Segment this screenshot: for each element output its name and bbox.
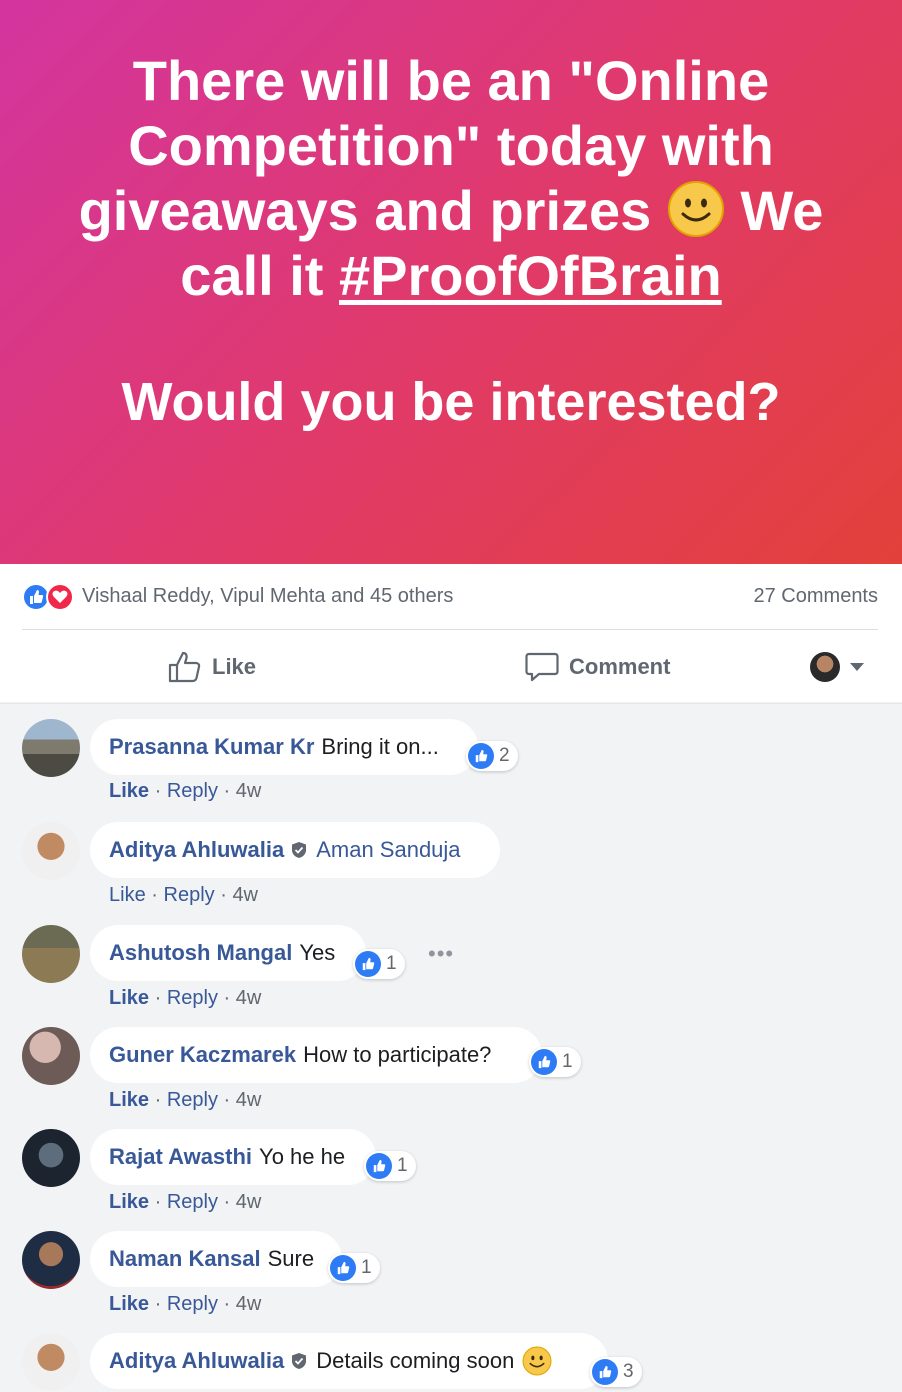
like-button-label: Like bbox=[212, 654, 257, 679]
reactors-names[interactable]: Vishaal Reddy, Vipul Mehta and 45 others bbox=[82, 585, 453, 608]
viewer-avatar bbox=[810, 652, 840, 682]
avatar[interactable] bbox=[22, 822, 80, 880]
comment-like-link[interactable]: Like bbox=[109, 1293, 149, 1315]
thumbs-up-outline-icon bbox=[168, 651, 201, 683]
status-line-call: call it bbox=[180, 244, 324, 307]
comment-author[interactable]: Guner Kaczmarek bbox=[109, 1042, 296, 1068]
comments-count[interactable]: 27 Comments bbox=[754, 585, 879, 608]
comment-mention[interactable]: Aman Sanduja bbox=[316, 837, 460, 863]
comment-reply-link[interactable]: Reply bbox=[167, 1191, 218, 1213]
comment-reply-link[interactable]: Reply bbox=[167, 1293, 218, 1315]
comment-age[interactable]: 4w bbox=[236, 1293, 262, 1315]
status-banner: There will be an "Online Competition" to… bbox=[0, 0, 902, 564]
comments-list: Prasanna Kumar Kr Bring it on... 2 Like … bbox=[0, 703, 902, 1391]
action-buttons: Like Comment bbox=[0, 632, 902, 702]
like-reaction-icon bbox=[531, 1049, 557, 1075]
status-line-we: We bbox=[740, 179, 824, 242]
comment-like-count[interactable]: 1 bbox=[364, 1151, 416, 1181]
comment-reply-link[interactable]: Reply bbox=[167, 987, 218, 1009]
comment-reply-link[interactable]: Reply bbox=[167, 1089, 218, 1111]
like-reaction-icon bbox=[592, 1359, 618, 1385]
comment-age[interactable]: 4w bbox=[236, 1191, 262, 1213]
comment-like-link[interactable]: Like bbox=[109, 1089, 149, 1111]
comment-text: How to participate? bbox=[303, 1042, 492, 1067]
avatar[interactable] bbox=[22, 719, 80, 777]
reaction-icons[interactable] bbox=[22, 582, 74, 611]
facebook-post: There will be an "Online Competition" to… bbox=[0, 0, 902, 1392]
avatar[interactable] bbox=[22, 1027, 80, 1085]
comment-like-count[interactable]: 2 bbox=[466, 741, 518, 771]
post-actions-area: Vishaal Reddy, Vipul Mehta and 45 others… bbox=[0, 564, 902, 702]
shield-icon bbox=[292, 1353, 307, 1369]
comment-like-link[interactable]: Like bbox=[109, 780, 149, 802]
avatar[interactable] bbox=[22, 1129, 80, 1187]
comment-like-link[interactable]: Like bbox=[109, 1191, 149, 1213]
love-reaction-icon bbox=[46, 582, 74, 611]
comment-author[interactable]: Aditya Ahluwalia bbox=[109, 837, 284, 863]
comment-bubble: Naman Kansal Sure bbox=[90, 1231, 342, 1287]
comment-like-count[interactable]: 1 bbox=[353, 949, 405, 979]
comment-reply-link[interactable]: Reply bbox=[167, 780, 218, 802]
comment-meta: Like · Reply · 4w bbox=[109, 1191, 262, 1213]
comment-meta: Like · Reply · 4w bbox=[109, 1293, 262, 1315]
comment-like-link[interactable]: Like bbox=[109, 884, 146, 906]
comment-like-link[interactable]: Like bbox=[109, 987, 149, 1009]
comment-bubble: Guner Kaczmarek How to participate? bbox=[90, 1027, 542, 1083]
more-options-icon[interactable]: ••• bbox=[428, 941, 454, 967]
shield-icon bbox=[292, 842, 307, 858]
comment-button[interactable]: Comment bbox=[525, 651, 670, 683]
comment-author[interactable]: Rajat Awasthi bbox=[109, 1144, 252, 1170]
comment-author[interactable]: Ashutosh Mangal bbox=[109, 940, 292, 966]
comment-bubble-icon bbox=[525, 652, 559, 682]
post-as-selector[interactable] bbox=[810, 652, 864, 682]
reactions-summary: Vishaal Reddy, Vipul Mehta and 45 others… bbox=[22, 564, 878, 630]
smiley-emoji-icon bbox=[522, 1346, 552, 1376]
comment-text: Yes bbox=[299, 940, 336, 965]
comment-meta: Like · Reply · 4w bbox=[109, 987, 262, 1009]
status-text: There will be an "Online Competition" to… bbox=[40, 48, 862, 308]
comment-author[interactable]: Naman Kansal bbox=[109, 1246, 261, 1272]
like-reaction-icon bbox=[330, 1255, 356, 1281]
comment-reply-link[interactable]: Reply bbox=[164, 884, 215, 906]
avatar[interactable] bbox=[22, 1231, 80, 1289]
comment-author[interactable]: Aditya Ahluwalia bbox=[109, 1348, 284, 1374]
smiley-emoji-icon bbox=[667, 181, 724, 237]
like-reaction-icon bbox=[355, 951, 381, 977]
comment-age[interactable]: 4w bbox=[236, 1089, 262, 1111]
comment-bubble: Prasanna Kumar Kr Bring it on... bbox=[90, 719, 478, 775]
comment-button-label: Comment bbox=[569, 654, 671, 679]
comment-age[interactable]: 4w bbox=[232, 884, 258, 906]
comment-meta: Like · Reply · 4w bbox=[109, 884, 259, 906]
comment-bubble: Rajat Awasthi Yo he he bbox=[90, 1129, 376, 1185]
comment-like-count[interactable]: 3 bbox=[590, 1357, 642, 1387]
avatar[interactable] bbox=[22, 1333, 80, 1391]
comment-like-count[interactable]: 1 bbox=[529, 1047, 581, 1077]
comment-like-count[interactable]: 1 bbox=[328, 1253, 380, 1283]
comment-meta: Like · Reply · 4w bbox=[109, 1089, 262, 1111]
comment-text: Yo he he bbox=[259, 1144, 346, 1169]
hashtag-link[interactable]: #ProofOfBrain bbox=[339, 244, 722, 307]
comment-bubble: Ashutosh Mangal Yes bbox=[90, 925, 366, 981]
comment-bubble: Aditya Ahluwalia Aman Sanduja bbox=[90, 822, 500, 878]
like-reaction-icon bbox=[366, 1153, 392, 1179]
comment-text: Details coming soon bbox=[316, 1348, 515, 1373]
comment-bubble: Aditya Ahluwalia Details coming soon bbox=[90, 1333, 608, 1389]
comment-age[interactable]: 4w bbox=[236, 987, 262, 1009]
comment-author[interactable]: Prasanna Kumar Kr bbox=[109, 734, 314, 760]
like-reaction-icon bbox=[468, 743, 494, 769]
avatar[interactable] bbox=[22, 925, 80, 983]
comment-age[interactable]: 4w bbox=[236, 780, 262, 802]
like-button[interactable]: Like bbox=[168, 651, 256, 683]
comment-meta: Like · Reply · 4w bbox=[109, 780, 262, 802]
chevron-down-icon bbox=[850, 663, 864, 671]
status-question: Would you be interested? bbox=[121, 372, 781, 432]
comment-text: Sure bbox=[267, 1246, 315, 1271]
comment-text: Bring it on... bbox=[321, 734, 439, 759]
